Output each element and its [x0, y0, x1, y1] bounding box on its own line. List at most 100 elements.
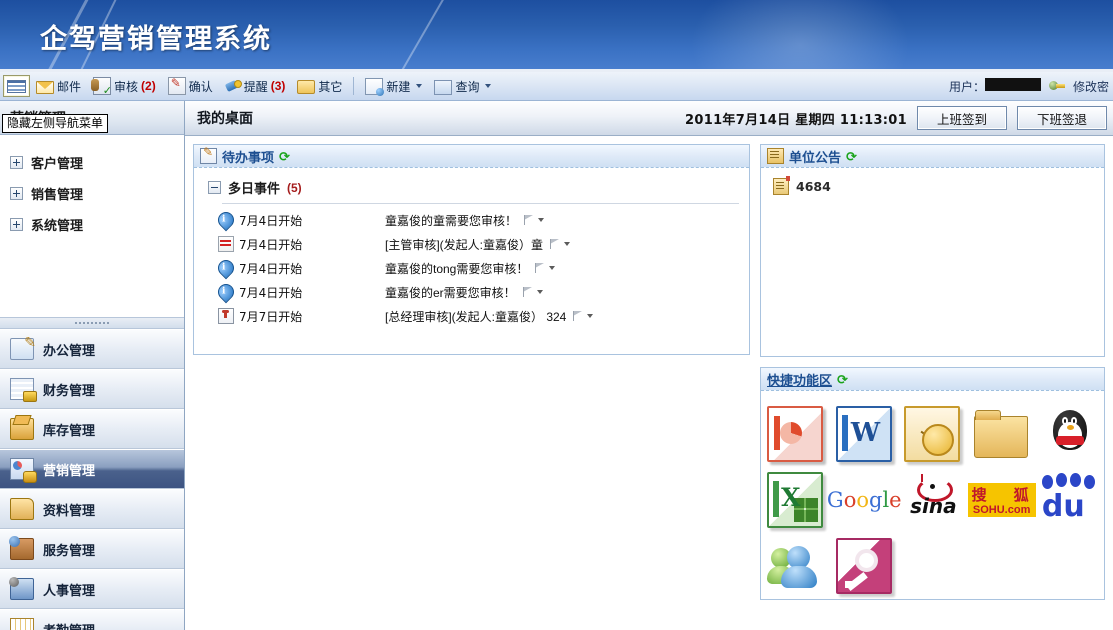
sidebar-module-inventory[interactable]: 库存管理	[0, 409, 184, 449]
todo-row-date: 7月4日开始	[239, 261, 303, 276]
folder-icon[interactable]	[974, 410, 1029, 458]
sidebar-modules: 办公管理 财务管理 库存管理 营销管理 资料管理	[0, 329, 184, 630]
todo-row-text: 童嘉俊的童需要您审核！	[385, 213, 518, 228]
collapse-minus-icon[interactable]	[208, 181, 221, 194]
sidebar-tree: 客户管理 销售管理 系统管理	[0, 135, 184, 317]
quick-cell[interactable]: 搜 狐 SOHU.com	[967, 467, 1036, 533]
todo-row-date: 7月4日开始	[239, 213, 303, 228]
sidebar-tree-label: 销售管理	[31, 187, 84, 202]
sina-icon[interactable]: sina	[901, 474, 965, 524]
sidebar-module-finance[interactable]: 财务管理	[0, 369, 184, 409]
sidebar-resize-grip[interactable]	[0, 317, 184, 329]
notice-panel-header: 单位公告 ⟳	[761, 145, 1104, 168]
sidebar-module-label: 人事管理	[43, 582, 96, 598]
toolbar-item-mail[interactable]: 邮件	[30, 74, 87, 98]
qq-icon[interactable]	[1047, 408, 1093, 460]
sidebar-module-hr[interactable]: 人事管理	[0, 569, 184, 609]
todo-row-flag-menu[interactable]	[524, 215, 545, 225]
sina-label: sina	[910, 494, 957, 518]
notice-item-text: 4684	[796, 179, 831, 194]
toolbar-item-confirm[interactable]: 确认	[162, 74, 219, 98]
todo-row-date: 7月4日开始	[239, 237, 303, 252]
toolbar-label-mail: 邮件	[57, 79, 82, 94]
expand-plus-icon[interactable]	[10, 187, 23, 200]
refresh-icon[interactable]: ⟳	[279, 150, 292, 163]
todo-group-header: 多日事件 (5)	[208, 178, 739, 197]
quick-cell[interactable]: Google	[826, 467, 902, 533]
baidu-icon[interactable]: du	[1040, 473, 1100, 525]
sidebar-item-customer[interactable]: 客户管理	[0, 147, 184, 178]
todo-panel-body: 多日事件 (5) 7月4日开始 童嘉俊的童需要您审核！	[194, 168, 749, 354]
quick-cell[interactable]	[761, 533, 830, 599]
todo-row-date: 7月7日开始	[239, 309, 303, 324]
app-title: 企驾营销管理系统	[40, 24, 272, 55]
toolbar-item-remind[interactable]: 提醒 (3)	[219, 74, 292, 98]
sidebar-module-label: 库存管理	[43, 422, 96, 438]
info-balloon-icon	[214, 208, 238, 232]
word-icon[interactable]	[835, 406, 892, 462]
google-icon[interactable]: Google	[826, 485, 902, 515]
hr-icon	[9, 577, 34, 600]
table-row[interactable]: 7月4日开始 童嘉俊的童需要您审核！	[204, 208, 739, 232]
sidebar-module-attendance[interactable]: 考勤管理	[0, 609, 184, 630]
sidebar-item-system[interactable]: 系统管理	[0, 209, 184, 240]
access-icon[interactable]	[835, 538, 892, 594]
expand-plus-icon[interactable]	[10, 156, 23, 169]
toolbar-item-query[interactable]: 查询	[428, 74, 497, 98]
main-header: 我的桌面 2011年7月14日 星期四 11:13:01 上班签到 下班签退	[185, 101, 1113, 136]
chevron-down-icon	[587, 314, 594, 318]
notice-board-icon	[767, 148, 784, 164]
google-letter: G	[826, 488, 844, 512]
outlook-icon[interactable]	[904, 406, 961, 462]
toolbar-item-other[interactable]: 其它	[291, 74, 348, 98]
quick-cell[interactable]	[761, 467, 829, 533]
checkin-button[interactable]: 上班签到	[917, 106, 1007, 130]
todo-row-flag-menu[interactable]	[550, 239, 570, 249]
sidebar-module-marketing[interactable]: 营销管理	[0, 449, 184, 489]
refresh-icon[interactable]: ⟳	[837, 373, 850, 386]
table-row[interactable]: 7月4日开始 童嘉俊的er需要您审核！	[204, 280, 739, 304]
msn-messenger-icon[interactable]	[767, 542, 821, 590]
quick-cell[interactable]	[1035, 401, 1104, 467]
table-row[interactable]: 7月7日开始 [总经理审核](发起人:童嘉俊） 324	[204, 304, 739, 328]
sidebar-module-label: 考勤管理	[43, 622, 96, 630]
toolbar-item-audit[interactable]: 审核 (2)	[87, 74, 162, 98]
table-row[interactable]: 7月4日开始 [主管审核](发起人:童嘉俊）童	[204, 232, 739, 256]
todo-row-flag-menu[interactable]	[535, 263, 556, 273]
toolbar-item-new[interactable]: 新建	[359, 74, 428, 98]
home-grid-icon[interactable]	[3, 75, 30, 97]
chevron-down-icon	[416, 84, 423, 88]
excel-icon[interactable]	[767, 472, 824, 528]
powerpoint-icon[interactable]	[767, 406, 824, 462]
quick-cell[interactable]	[830, 401, 899, 467]
quick-panel-header: 快捷功能区 ⟳	[761, 368, 1104, 391]
quick-cell[interactable]	[830, 533, 899, 599]
sohu-icon[interactable]: 搜 狐 SOHU.com	[967, 483, 1036, 517]
toolbar-label-confirm: 确认	[188, 79, 213, 94]
expand-plus-icon[interactable]	[10, 218, 23, 231]
toolbar-user-area: 用户： 修改密	[949, 77, 1113, 95]
list-item[interactable]: 4684	[769, 176, 1096, 197]
quick-cell[interactable]	[898, 401, 967, 467]
table-row[interactable]: 7月4日开始 童嘉俊的tong需要您审核！	[204, 256, 739, 280]
chevron-down-icon	[536, 290, 543, 294]
quick-cell[interactable]: sina	[899, 467, 967, 533]
refresh-icon[interactable]: ⟳	[846, 150, 859, 163]
notice-panel: 单位公告 ⟳ 4684	[760, 144, 1105, 357]
sidebar-module-office[interactable]: 办公管理	[0, 329, 184, 369]
todo-row-flag-menu[interactable]	[573, 311, 594, 321]
sidebar-module-service[interactable]: 服务管理	[0, 529, 184, 569]
app-banner: 企驾营销管理系统	[0, 0, 1113, 72]
todo-row-flag-menu[interactable]	[522, 287, 543, 297]
sidebar-item-sales[interactable]: 销售管理	[0, 178, 184, 209]
quick-cell[interactable]	[761, 401, 830, 467]
change-password-link[interactable]: 修改密	[1073, 78, 1109, 95]
quick-cell[interactable]: du	[1036, 467, 1104, 533]
toolbar-divider	[353, 77, 355, 95]
checkout-button[interactable]: 下班签退	[1017, 106, 1107, 130]
todo-panel-header: 待办事项 ⟳	[194, 145, 749, 168]
sidebar-module-label: 财务管理	[43, 382, 96, 398]
quick-cell[interactable]	[967, 401, 1036, 467]
sidebar-module-document[interactable]: 资料管理	[0, 489, 184, 529]
toolbar-label-other: 其它	[318, 79, 343, 94]
